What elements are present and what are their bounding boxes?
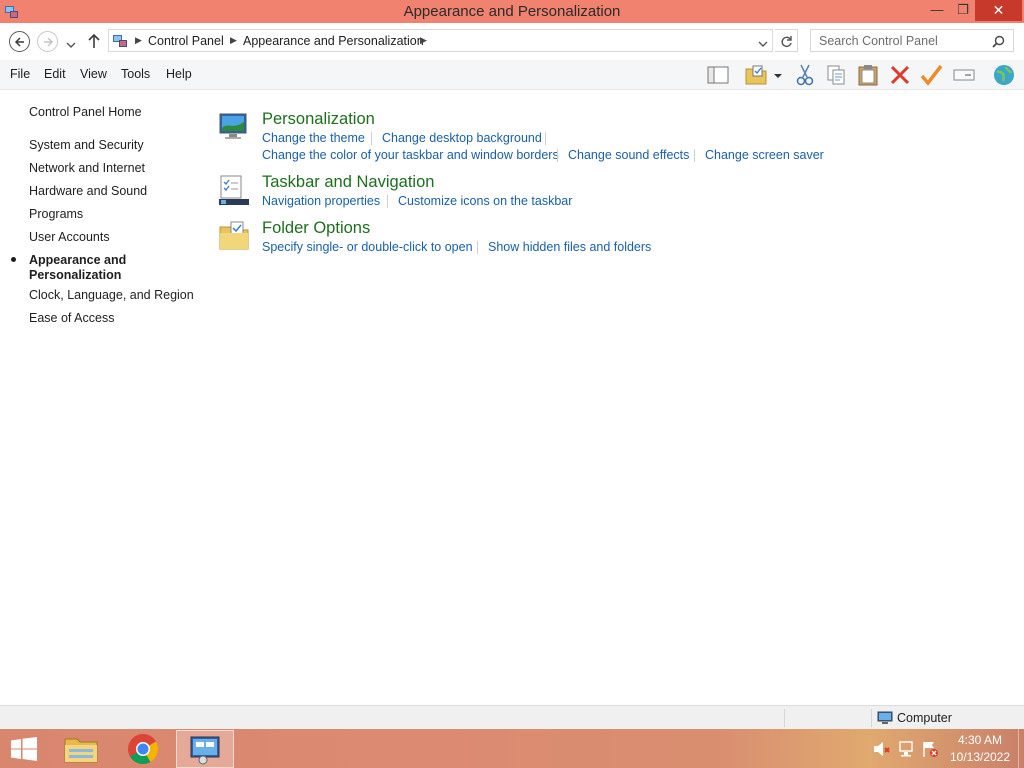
category-title-folder-options[interactable]: Folder Options — [262, 219, 370, 238]
layout-pane-icon[interactable] — [706, 63, 730, 87]
address-dropdown[interactable] — [758, 37, 768, 51]
breadcrumb-separator-icon[interactable]: ▶ — [420, 35, 427, 46]
chevron-down-icon — [66, 42, 76, 48]
task-divider — [557, 149, 558, 162]
task-divider — [694, 149, 695, 162]
search-input[interactable] — [811, 30, 989, 51]
task-divider — [545, 132, 546, 145]
volume-muted-icon[interactable] — [873, 741, 891, 760]
menu-toolbar-row: File Edit View Tools Help — [0, 60, 1024, 90]
control-panel-icon[interactable] — [176, 730, 234, 768]
windows-start-icon[interactable] — [10, 737, 38, 761]
task-show-hidden-files[interactable]: Show hidden files and folders — [488, 240, 651, 254]
menu-file[interactable]: File — [10, 67, 30, 81]
folder-options-icon[interactable] — [217, 219, 251, 253]
checkmark-icon[interactable] — [919, 63, 943, 87]
menu-view[interactable]: View — [80, 67, 107, 81]
computer-icon — [877, 711, 893, 728]
show-desktop-button[interactable] — [1018, 729, 1024, 768]
back-button[interactable] — [9, 31, 30, 52]
task-divider — [387, 195, 388, 208]
chrome-icon[interactable] — [114, 730, 172, 768]
task-change-desktop-background[interactable]: Change desktop background — [382, 131, 542, 145]
action-center-flag-icon[interactable] — [921, 741, 939, 760]
chevron-down-icon — [758, 41, 768, 47]
paste-icon[interactable] — [856, 63, 880, 87]
nav-ease-of-access[interactable]: Ease of Access — [29, 311, 114, 326]
address-row: ▶ Control Panel ▶ Appearance and Persona… — [0, 23, 1024, 60]
nav-network-internet[interactable]: Network and Internet — [29, 161, 145, 176]
search-icon[interactable] — [992, 35, 1005, 51]
copy-icon[interactable] — [824, 63, 848, 87]
category-title-taskbar-navigation[interactable]: Taskbar and Navigation — [262, 173, 434, 192]
menu-help[interactable]: Help — [166, 67, 192, 81]
globe-icon[interactable] — [992, 63, 1016, 87]
personalization-icon[interactable] — [217, 110, 251, 144]
task-divider — [477, 241, 478, 254]
folder-checkbox-icon[interactable] — [744, 63, 768, 87]
status-divider — [871, 709, 872, 727]
rename-icon[interactable] — [952, 63, 976, 87]
task-customize-taskbar-icons[interactable]: Customize icons on the taskbar — [398, 194, 572, 208]
clock-date[interactable]: 10/13/2022 — [948, 750, 1012, 764]
recent-locations-dropdown[interactable] — [66, 37, 76, 51]
network-icon[interactable] — [898, 741, 916, 760]
window-title: Appearance and Personalization — [403, 3, 621, 20]
arrow-left-icon — [14, 37, 24, 47]
left-navigation: Control Panel Home System and Security N… — [0, 90, 205, 704]
chevron-down-icon[interactable] — [771, 63, 785, 87]
task-divider — [371, 132, 372, 145]
task-change-theme[interactable]: Change the theme — [262, 131, 365, 145]
nav-appearance-personalization-line1[interactable]: Appearance and — [29, 253, 126, 268]
file-explorer-icon[interactable] — [52, 730, 110, 768]
task-change-screen-saver[interactable]: Change screen saver — [705, 148, 824, 162]
breadcrumb-control-panel[interactable]: Control Panel — [148, 34, 224, 48]
close-button[interactable]: ✕ — [975, 0, 1022, 21]
nav-hardware-sound[interactable]: Hardware and Sound — [29, 184, 147, 199]
nav-appearance-personalization-line2[interactable]: Personalization — [29, 268, 121, 283]
status-bar: Computer — [0, 705, 1024, 729]
title-bar: Appearance and Personalization — ❐ ✕ — [0, 0, 1024, 23]
task-change-taskbar-color[interactable]: Change the color of your taskbar and win… — [262, 148, 559, 162]
task-navigation-properties[interactable]: Navigation properties — [262, 194, 380, 208]
nav-control-panel-home[interactable]: Control Panel Home — [29, 105, 142, 120]
status-computer-label: Computer — [897, 711, 952, 725]
cut-icon[interactable] — [793, 63, 817, 87]
search-box[interactable] — [810, 29, 1014, 52]
taskbar-icon[interactable] — [217, 173, 251, 207]
maximize-button[interactable]: ❐ — [948, 0, 978, 21]
refresh-button[interactable] — [775, 29, 798, 52]
breadcrumb-separator-icon[interactable]: ▶ — [135, 35, 142, 46]
nav-clock-language-region[interactable]: Clock, Language, and Region — [29, 288, 194, 303]
address-bar[interactable]: ▶ Control Panel ▶ Appearance and Persona… — [108, 29, 773, 52]
forward-button[interactable] — [37, 31, 58, 52]
control-panel-icon — [113, 34, 128, 51]
clock-time[interactable]: 4:30 AM — [948, 733, 1012, 747]
refresh-icon — [781, 36, 792, 47]
task-single-double-click[interactable]: Specify single- or double-click to open — [262, 240, 473, 254]
taskbar: 4:30 AM 10/13/2022 — [0, 729, 1024, 768]
nav-system-security[interactable]: System and Security — [29, 138, 144, 153]
breadcrumb-appearance-personalization[interactable]: Appearance and Personalization — [243, 34, 424, 48]
arrow-right-icon — [44, 37, 54, 47]
menu-tools[interactable]: Tools — [121, 67, 150, 81]
main-content: Personalization Change the theme Change … — [205, 90, 1024, 704]
delete-icon[interactable] — [888, 63, 912, 87]
up-button[interactable] — [87, 33, 101, 52]
breadcrumb-separator-icon[interactable]: ▶ — [230, 35, 237, 46]
arrow-up-icon — [88, 33, 100, 48]
status-divider — [784, 709, 785, 727]
category-title-personalization[interactable]: Personalization — [262, 110, 375, 129]
nav-user-accounts[interactable]: User Accounts — [29, 230, 110, 245]
nav-programs[interactable]: Programs — [29, 207, 83, 222]
task-change-sound-effects[interactable]: Change sound effects — [568, 148, 689, 162]
menu-edit[interactable]: Edit — [44, 67, 66, 81]
current-item-bullet-icon — [11, 257, 16, 262]
